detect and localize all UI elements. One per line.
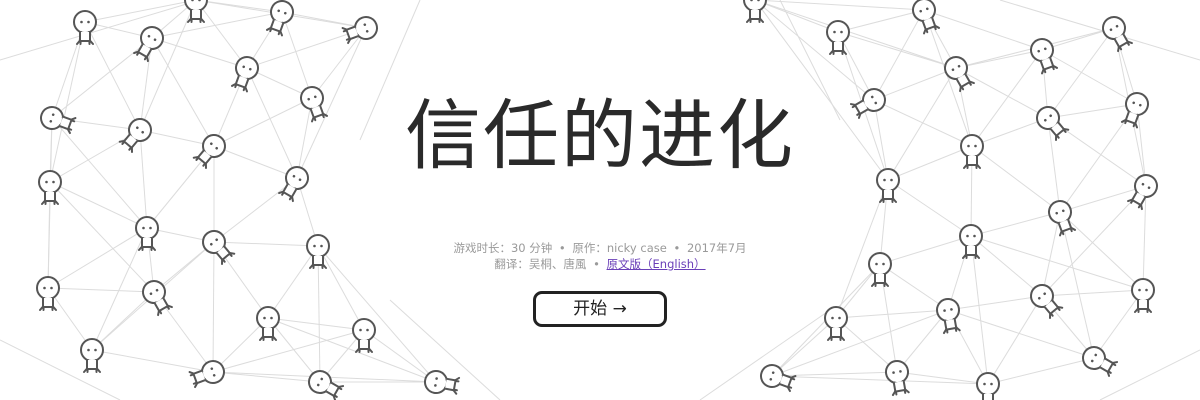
author-text: 原作：nicky case: [572, 241, 667, 255]
connection-line: [151, 11, 283, 39]
date-text: 2017年7月: [686, 241, 747, 255]
connection-line: [47, 287, 155, 293]
playtime-text: 游戏时长：30 分钟: [453, 241, 553, 255]
character-figure: [1131, 278, 1155, 313]
connection-line: [987, 357, 1095, 385]
character-figure: [1048, 200, 1077, 237]
character-figure: [80, 338, 104, 373]
connection-line: [887, 145, 973, 181]
character-figure: [976, 372, 1000, 400]
connection-line: [84, 21, 141, 131]
connection-line: [971, 145, 1061, 213]
character-figure: [826, 20, 850, 55]
connection-line: [947, 295, 1043, 311]
character-figure: [202, 230, 236, 265]
page-title: 信任的进化: [405, 91, 795, 180]
character-figure: [944, 56, 975, 93]
meta-line-2: 翻译：吴桐、唐風 • 原文版（English）: [300, 256, 900, 272]
connection-line: [987, 295, 1043, 385]
connection-line: [999, 0, 1200, 61]
connection-line: [213, 97, 313, 147]
connection-line: [771, 371, 898, 377]
connection-line: [47, 117, 53, 289]
character-figure: [760, 364, 797, 393]
connection-line: [1093, 289, 1144, 359]
character-figure: [38, 170, 62, 205]
connection-line: [49, 181, 155, 293]
connection-line: [955, 67, 1049, 119]
character-figure: [118, 118, 152, 153]
title-panel: 信任的进化 游戏时长：30 分钟 • 原作：nicky case • 2017年…: [300, 80, 900, 327]
connection-line: [970, 235, 1144, 291]
bullet-separator: •: [593, 257, 600, 271]
connection-line: [91, 227, 148, 351]
character-figure: [36, 276, 60, 311]
translators-text: 翻译：吴桐、唐風: [494, 257, 587, 271]
connection-line: [212, 241, 215, 373]
start-button[interactable]: 开始 →: [533, 291, 667, 327]
character-figure: [192, 134, 226, 169]
connection-line: [84, 0, 197, 23]
character-figure: [885, 360, 910, 397]
connection-line: [971, 117, 1049, 147]
character-figure: [1030, 284, 1064, 319]
character-figure: [959, 224, 983, 259]
connection-line: [47, 227, 148, 289]
connection-line: [212, 329, 365, 373]
connection-line: [970, 211, 1061, 237]
connection-line: [195, 0, 248, 69]
connection-line: [754, 0, 839, 33]
character-figure: [188, 360, 225, 389]
connection-line: [51, 37, 153, 119]
connection-line: [887, 179, 972, 237]
connection-line: [49, 21, 86, 183]
connection-line: [1099, 349, 1200, 400]
connection-line: [1059, 211, 1144, 291]
meta-info: 游戏时长：30 分钟 • 原作：nicky case • 2017年7月 翻译：…: [300, 240, 900, 272]
connection-line: [955, 49, 1043, 69]
connection-line: [139, 129, 148, 229]
character-figure: [1030, 38, 1059, 75]
connection-line: [91, 349, 214, 373]
character-figure: [424, 370, 461, 395]
character-figure: [142, 280, 173, 317]
connection-line: [1059, 211, 1095, 359]
connection-line: [1041, 211, 1061, 297]
character-figure: [256, 306, 280, 341]
character-figure: [73, 10, 97, 45]
character-figure: [265, 0, 294, 37]
meta-line-1: 游戏时长：30 分钟 • 原作：nicky case • 2017年7月: [300, 240, 900, 256]
character-figure: [912, 0, 941, 35]
character-figure: [308, 370, 345, 400]
connection-line: [971, 49, 1043, 147]
connection-line: [49, 181, 148, 229]
character-figure: [960, 134, 984, 169]
bullet-separator: •: [673, 241, 681, 255]
connection-line: [363, 329, 437, 383]
original-version-link[interactable]: 原文版（English）: [607, 257, 706, 271]
connection-line: [970, 235, 1043, 297]
connection-line: [1047, 27, 1115, 119]
connection-line: [1047, 103, 1138, 119]
character-figure: [1082, 346, 1119, 377]
character-figure: [1102, 15, 1133, 53]
character-figure: [1036, 106, 1070, 141]
character-figure: [936, 298, 961, 335]
connection-line: [1041, 289, 1144, 297]
character-figure: [40, 106, 77, 135]
connection-line: [212, 371, 321, 383]
character-figure: [341, 16, 378, 45]
connection-line: [837, 9, 925, 33]
bullet-separator: •: [558, 241, 566, 255]
character-figure: [230, 56, 259, 93]
connection-line: [923, 9, 1043, 51]
